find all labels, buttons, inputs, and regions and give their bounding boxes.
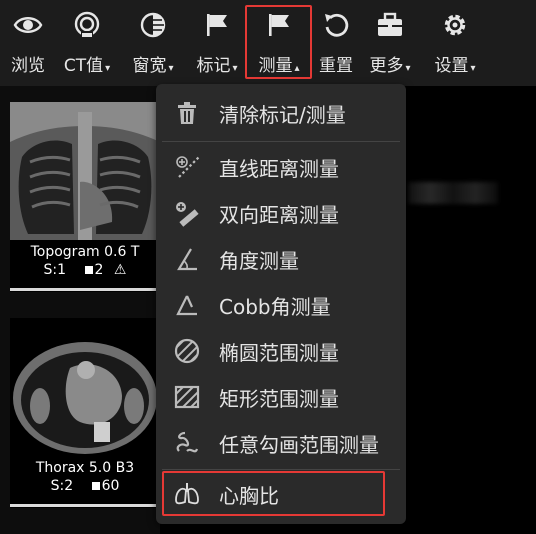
cobb-angle-icon (172, 290, 202, 320)
ellipse-icon (172, 336, 202, 366)
series-number: S:1 (43, 262, 67, 278)
menu-item-label: 双向距离测量 (219, 202, 339, 227)
series-number: S:2 (50, 478, 74, 494)
image-count: 60 (101, 478, 120, 494)
menu-item-label: 任意勾画范围测量 (219, 432, 379, 457)
thorax-image (10, 318, 160, 456)
series-meta: S:1 2 ⚠ (10, 262, 160, 278)
chevron-down-icon: ▾ (405, 63, 411, 74)
menu-item-cobb-angle[interactable]: Cobb角测量 (156, 282, 406, 328)
menu-divider (162, 469, 400, 470)
ct-value-icon (74, 11, 100, 37)
reset-icon (325, 13, 349, 37)
reset-label: 重置 (319, 56, 353, 76)
menu-item-label: 清除标记/测量 (219, 102, 346, 127)
image-stack-icon (91, 482, 100, 490)
series-thumbnail[interactable]: Thorax 5.0 B3 S:2 60 (10, 318, 160, 508)
chevron-down-icon: ▾ (232, 63, 238, 74)
menu-item-clear-measurements[interactable]: 清除标记/测量 (156, 90, 406, 136)
series-thumbnail[interactable]: Topogram 0.6 T S:1 2 ⚠ (10, 102, 160, 292)
menu-item-rectangle-area[interactable]: 矩形范围测量 (156, 374, 406, 420)
topogram-image (10, 102, 160, 240)
chevron-down-icon: ▾ (168, 63, 174, 74)
menu-item-angle[interactable]: 角度测量 (156, 236, 406, 282)
menu-item-label: 矩形范围测量 (219, 386, 339, 411)
menu-item-freehand-area[interactable]: 任意勾画范围测量 (156, 420, 406, 466)
chevron-down-icon: ▾ (105, 63, 111, 74)
settings-button[interactable]: 设置 ▾ (427, 0, 483, 80)
browse-label: 浏览 (11, 56, 45, 76)
series-name: Thorax 5.0 B3 (35, 460, 135, 476)
thorax-preview-image (10, 318, 160, 456)
menu-item-label: 直线距离测量 (219, 156, 339, 181)
blurred-overlay-text (408, 182, 498, 204)
freehand-icon (172, 428, 202, 458)
settings-text: 设置 (434, 56, 469, 76)
menu-item-label: 椭圆范围测量 (219, 340, 339, 365)
window-width-label: 窗宽 ▾ (132, 51, 173, 76)
annotate-button[interactable]: 标记 ▾ (190, 0, 244, 80)
ct-value-button[interactable]: CT值 ▾ (58, 0, 116, 80)
browse-button[interactable]: 浏览 (8, 0, 48, 80)
more-button[interactable]: 更多 ▾ (362, 0, 418, 80)
series-name: Topogram 0.6 T (30, 244, 140, 260)
menu-item-label: 角度测量 (219, 248, 299, 273)
measure-dropdown-menu: 清除标记/测量 直线距离测量 双向距离测量 角度测量 Cobb角测量 椭圆范围测… (156, 84, 406, 524)
menu-item-label: Cobb角测量 (219, 294, 331, 319)
rectangle-icon (172, 382, 202, 412)
top-toolbar: 浏览 CT值 ▾ 窗宽 ▾ 标记 ▾ 测量 ▴ 重置 更多 ▾ 设置 ▾ (0, 0, 536, 86)
chevron-down-icon: ▾ (470, 63, 476, 74)
ct-value-label: CT值 ▾ (64, 51, 110, 76)
menu-item-ellipse-area[interactable]: 椭圆范围测量 (156, 328, 406, 374)
angle-icon (172, 244, 202, 274)
topogram-preview-image (10, 102, 160, 240)
gear-icon (444, 14, 466, 36)
window-width-button[interactable]: 窗宽 ▾ (125, 0, 181, 80)
toolbox-icon (378, 12, 402, 36)
series-progress-bar (10, 288, 160, 291)
trash-icon (172, 98, 202, 128)
more-label: 更多 ▾ (369, 51, 410, 76)
more-text: 更多 (369, 56, 404, 76)
flag-icon (207, 14, 227, 36)
reset-button[interactable]: 重置 (316, 0, 356, 80)
annotate-label: 标记 ▾ (196, 51, 237, 76)
series-progress-bar (10, 504, 160, 507)
settings-label: 设置 ▾ (434, 51, 475, 76)
menu-item-bidirectional-distance[interactable]: 双向距离测量 (156, 190, 406, 236)
menu-item-line-distance[interactable]: 直线距离测量 (156, 144, 406, 190)
eye-icon (13, 17, 43, 33)
bidirectional-icon (172, 198, 202, 228)
window-width-icon (140, 12, 166, 38)
menu-divider (162, 141, 400, 142)
series-meta: S:2 60 (10, 478, 160, 494)
image-count: 2 (94, 262, 104, 278)
annotate-text: 标记 (196, 56, 231, 76)
window-width-text: 窗宽 (132, 56, 167, 76)
measure-highlight-box (245, 5, 312, 79)
cardiothoracic-highlight-box (162, 471, 385, 516)
ct-value-text: CT值 (63, 56, 104, 76)
image-stack-icon (84, 266, 93, 274)
series-panel: Topogram 0.6 T S:1 2 ⚠ Thorax 5.0 B3 S:2… (0, 86, 160, 534)
warning-icon: ⚠ (113, 262, 127, 278)
line-measure-icon (172, 152, 202, 182)
